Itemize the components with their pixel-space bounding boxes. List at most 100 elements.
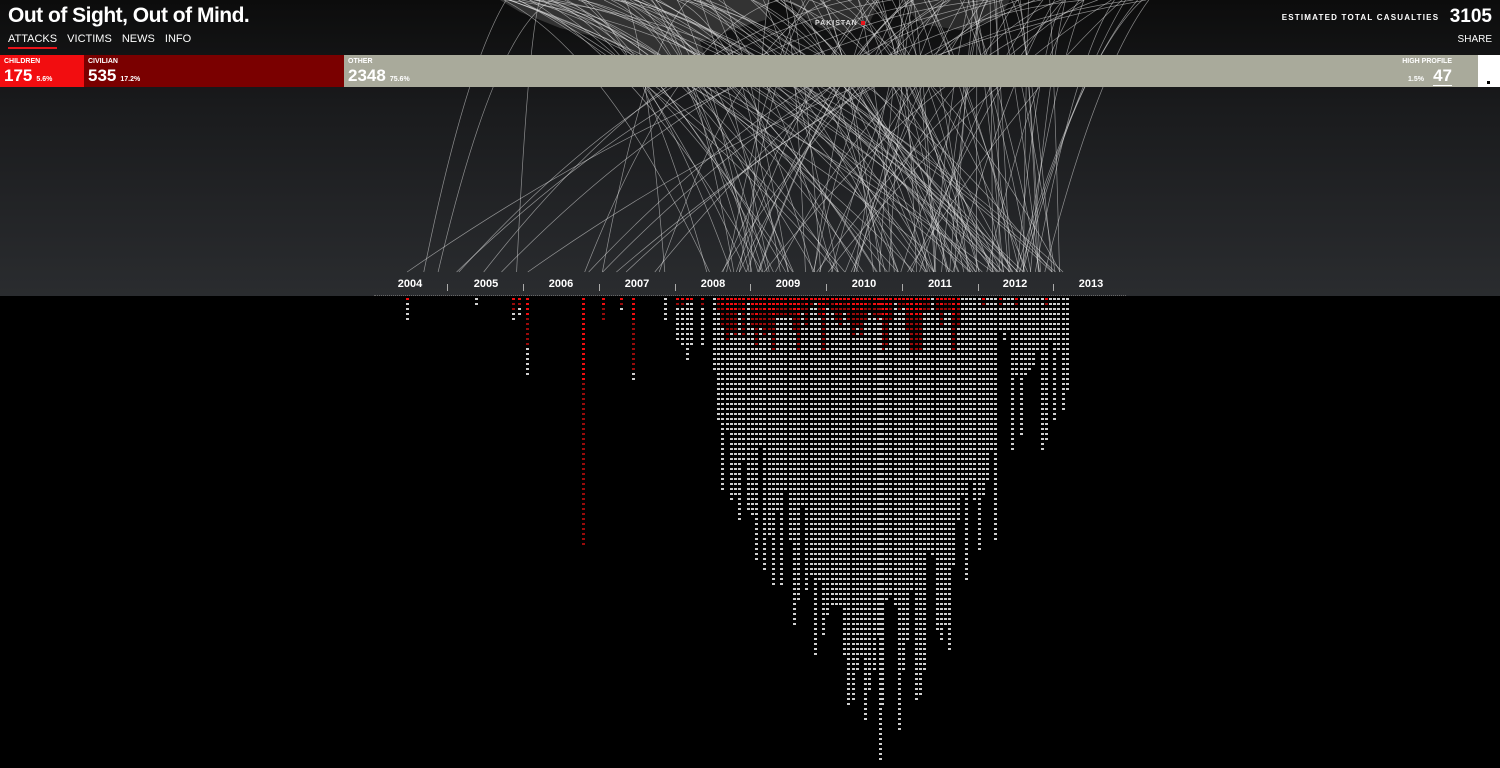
casualty-column[interactable] [919, 298, 922, 695]
casualty-column[interactable] [681, 298, 684, 345]
casualty-column[interactable] [910, 298, 913, 590]
casualty-column[interactable] [1062, 298, 1065, 410]
year-2013[interactable]: 2013 [1079, 278, 1103, 290]
casualty-column[interactable] [889, 298, 892, 595]
casualty-column[interactable] [969, 298, 972, 480]
casualty-column[interactable] [936, 298, 939, 630]
casualty-column[interactable] [730, 298, 733, 500]
casualty-column[interactable] [726, 298, 729, 430]
casualty-column[interactable] [690, 298, 693, 345]
casualty-column[interactable] [602, 298, 605, 320]
casualty-column[interactable] [721, 298, 724, 490]
casualty-column[interactable] [1041, 298, 1044, 450]
casualty-column[interactable] [772, 298, 775, 585]
year-2006[interactable]: 2006 [549, 278, 573, 290]
casualty-column[interactable] [982, 298, 985, 495]
segment-civilian[interactable]: CIVILIAN 535 17.2% [84, 55, 344, 87]
nav-attacks[interactable]: ATTACKS [8, 33, 58, 49]
year-2010[interactable]: 2010 [852, 278, 876, 290]
casualty-column[interactable] [898, 298, 901, 730]
casualty-column[interactable] [990, 298, 993, 450]
casualty-column[interactable] [734, 298, 737, 495]
casualty-column[interactable] [676, 298, 679, 340]
casualty-column[interactable] [780, 298, 783, 585]
casualty-column[interactable] [814, 298, 817, 655]
casualty-column[interactable] [978, 298, 981, 550]
casualty-column[interactable] [1028, 298, 1031, 370]
casualty-column[interactable] [632, 298, 635, 380]
casualty-column[interactable] [747, 298, 750, 510]
casualty-column[interactable] [406, 298, 409, 320]
casualty-column[interactable] [839, 298, 842, 605]
casualty-column[interactable] [856, 298, 859, 670]
casualty-column[interactable] [868, 298, 871, 690]
casualty-column[interactable] [879, 298, 882, 760]
casualty-column[interactable] [1066, 298, 1069, 390]
casualty-column[interactable] [831, 298, 834, 605]
year-2004[interactable]: 2004 [398, 278, 422, 290]
casualty-column[interactable] [999, 298, 1002, 330]
casualty-column[interactable] [1011, 298, 1014, 450]
casualty-column[interactable] [847, 298, 850, 705]
casualty-column[interactable] [915, 298, 918, 700]
casualty-column[interactable] [952, 298, 955, 565]
casualty-column[interactable] [801, 298, 804, 505]
casualty-column[interactable] [994, 298, 997, 540]
casualty-column[interactable] [1049, 298, 1052, 340]
casualty-column[interactable] [805, 298, 808, 590]
casualty-column[interactable] [843, 298, 846, 655]
casualty-column[interactable] [927, 298, 930, 550]
casualty-column[interactable] [620, 298, 623, 310]
casualty-column[interactable] [864, 298, 867, 720]
casualty-column[interactable] [1036, 298, 1039, 350]
casualty-column[interactable] [940, 298, 943, 640]
segment-high-profile[interactable] [1478, 55, 1500, 87]
casualty-column[interactable] [742, 298, 745, 460]
casualty-column[interactable] [1057, 298, 1060, 350]
casualty-column[interactable] [822, 298, 825, 635]
casualty-column[interactable] [686, 298, 689, 360]
casualty-column[interactable] [944, 298, 947, 625]
casualty-column[interactable] [701, 298, 704, 345]
casualty-column[interactable] [1020, 298, 1023, 435]
casualty-column[interactable] [852, 298, 855, 700]
casualty-column[interactable] [713, 298, 716, 370]
year-2008[interactable]: 2008 [701, 278, 725, 290]
casualty-column[interactable] [906, 298, 909, 640]
year-2012[interactable]: 2012 [1003, 278, 1027, 290]
casualty-column[interactable] [717, 298, 720, 420]
casualty-column[interactable] [948, 298, 951, 650]
casualty-column[interactable] [902, 298, 905, 670]
casualty-column[interactable] [1003, 298, 1006, 340]
casualty-column[interactable] [784, 298, 787, 490]
casualty-column[interactable] [986, 298, 989, 480]
casualty-column[interactable] [512, 298, 515, 320]
segment-children[interactable]: CHILDREN 175 5.6% [0, 55, 84, 87]
casualty-column[interactable] [923, 298, 926, 670]
casualty-column[interactable] [1053, 298, 1056, 420]
casualty-column[interactable] [957, 298, 960, 520]
casualty-column[interactable] [931, 298, 934, 555]
casualty-column[interactable] [776, 298, 779, 510]
casualty-column[interactable] [475, 298, 478, 305]
segment-other[interactable]: OTHER 2348 75.6% HIGH PROFILE 1.5% 47 [344, 55, 1478, 87]
casualty-column[interactable] [965, 298, 968, 580]
year-2005[interactable]: 2005 [474, 278, 498, 290]
casualty-column[interactable] [961, 298, 964, 495]
share-button[interactable]: SHARE [1458, 34, 1492, 45]
casualty-column[interactable] [768, 298, 771, 535]
casualty-column[interactable] [763, 298, 766, 570]
casualty-column[interactable] [789, 298, 792, 540]
casualty-column[interactable] [751, 298, 754, 515]
casualty-column[interactable] [1045, 298, 1048, 440]
year-2009[interactable]: 2009 [776, 278, 800, 290]
casualty-column[interactable] [818, 298, 821, 580]
casualty-column[interactable] [835, 298, 838, 605]
nav-info[interactable]: INFO [165, 33, 191, 45]
casualty-column[interactable] [1032, 298, 1035, 365]
nav-victims[interactable]: VICTIMS [67, 33, 112, 45]
casualty-column[interactable] [738, 298, 741, 520]
casualty-column[interactable] [664, 298, 667, 320]
casualty-column[interactable] [518, 298, 521, 315]
nav-news[interactable]: NEWS [122, 33, 155, 45]
